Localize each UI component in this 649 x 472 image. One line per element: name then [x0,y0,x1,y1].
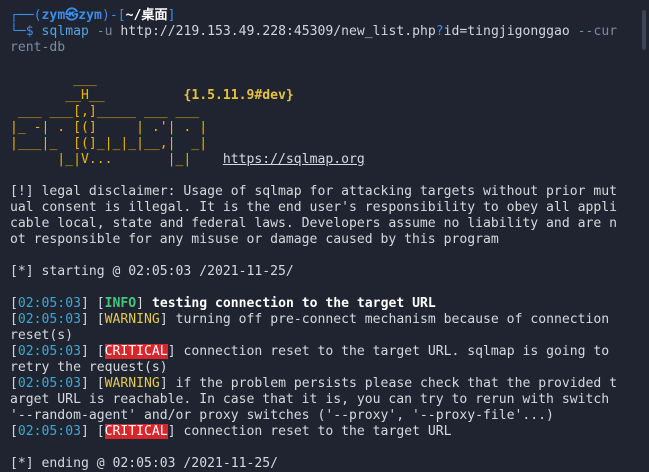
log-timestamp: 02:05:03 [17,376,81,391]
log-line: [02:05:03] [INFO] testing connection to … [10,296,436,311]
log-message-wrap: arget URL is reachable. In case that it … [10,392,610,407]
prompt-frame: ] [167,8,176,23]
log-message: testing connection to the target URL [151,296,436,311]
command-url-param: id=tingjigonggao [443,24,570,39]
log-message-wrap: reset(s) [10,328,74,343]
logo-line: ___ [10,72,97,87]
legal-disclaimer: [!] legal disclaimer: Usage of sqlmap fo… [10,184,636,248]
command-option: rent-db [10,40,66,55]
log-level-warning: WARNING [104,312,160,327]
logo-line: __H__ [10,88,105,103]
log-timestamp: 02:05:03 [17,312,81,327]
command-url: http://219.153.49.228:45309/new_list.php [120,24,436,39]
disclaimer-line: ual consent is illegal. It is the end us… [10,200,617,215]
disclaimer-line: ot responsible for any misuse or damage … [10,232,499,247]
prompt-user: zym㉿zym [41,8,102,23]
prompt-frame: )-[ [101,8,126,23]
log-level-info: INFO [104,296,137,311]
starting-line: [*] starting @ 02:05:03 /2021-11-25/ [10,264,294,279]
log-message: connection reset to the target URL [183,424,452,439]
log-level-critical: CRITICAL [104,424,168,439]
log-message-wrap: '--random-agent' and/or proxy switches (… [10,408,554,423]
command-option: -u [96,24,113,39]
log-message: turning off pre-connect mechanism becaus… [175,312,610,327]
sqlmap-url-link[interactable]: https://sqlmap.org [223,152,365,167]
command-url-query: ? [435,24,444,39]
log-timestamp: 02:05:03 [17,296,81,311]
command-name: sqlmap [41,24,89,39]
log-level-critical: CRITICAL [104,344,168,359]
command-line: └─$ sqlmap -u http://219.153.49.228:4530… [10,24,636,40]
logo-line: |_ -| . [(] | .'| . | [10,120,208,135]
log-line: [02:05:03] [WARNING] turning off pre-con… [10,312,610,327]
ending-line: [*] ending @ 02:05:03 /2021-11-25/ [10,456,279,471]
log-line: [02:05:03] [CRITICAL] connection reset t… [10,424,452,439]
version-label: {1.5.11.9#dev} [183,88,294,103]
prompt-line: ┌──(zym㉿zym)-[~/桌面] [10,8,636,24]
log-level-warning: WARNING [104,376,160,391]
log-timestamp: 02:05:03 [17,424,81,439]
log-timestamp: 02:05:03 [17,344,81,359]
log-line: [02:05:03] [WARNING] if the problem pers… [10,376,618,391]
log-message: if the problem persists please check tha… [175,376,618,391]
logo-line: |_|V... |_| [10,152,215,167]
command-option: --cur [577,24,618,39]
sqlmap-logo: ___ __H__ {1.5.11.9#dev} ___ ___[,]_____… [10,72,636,168]
prompt-frame: ┌──( [10,8,42,23]
disclaimer-line: [!] legal disclaimer: Usage of sqlmap fo… [10,184,617,199]
log-line: [02:05:03] [CRITICAL] connection reset t… [10,344,610,359]
prompt-symbol: └─$ [10,24,42,39]
logo-line: ___ ___[,]_____ ___ ___ [10,104,215,119]
log-message-wrap: retry the request(s) [10,360,168,375]
command-line-wrap: rent-db [10,40,636,56]
disclaimer-line: cable local, state and federal laws. Dev… [10,216,617,231]
logo-line: |___|_ [(]_|_|_|__,| _| [10,136,208,151]
scrollbar[interactable] [642,10,646,50]
log-message: connection reset to the target URL. sqlm… [183,344,610,359]
terminal-output[interactable]: ┌──(zym㉿zym)-[~/桌面] └─$ sqlmap -u http:/… [10,8,636,472]
prompt-path: ~/桌面 [125,8,168,23]
